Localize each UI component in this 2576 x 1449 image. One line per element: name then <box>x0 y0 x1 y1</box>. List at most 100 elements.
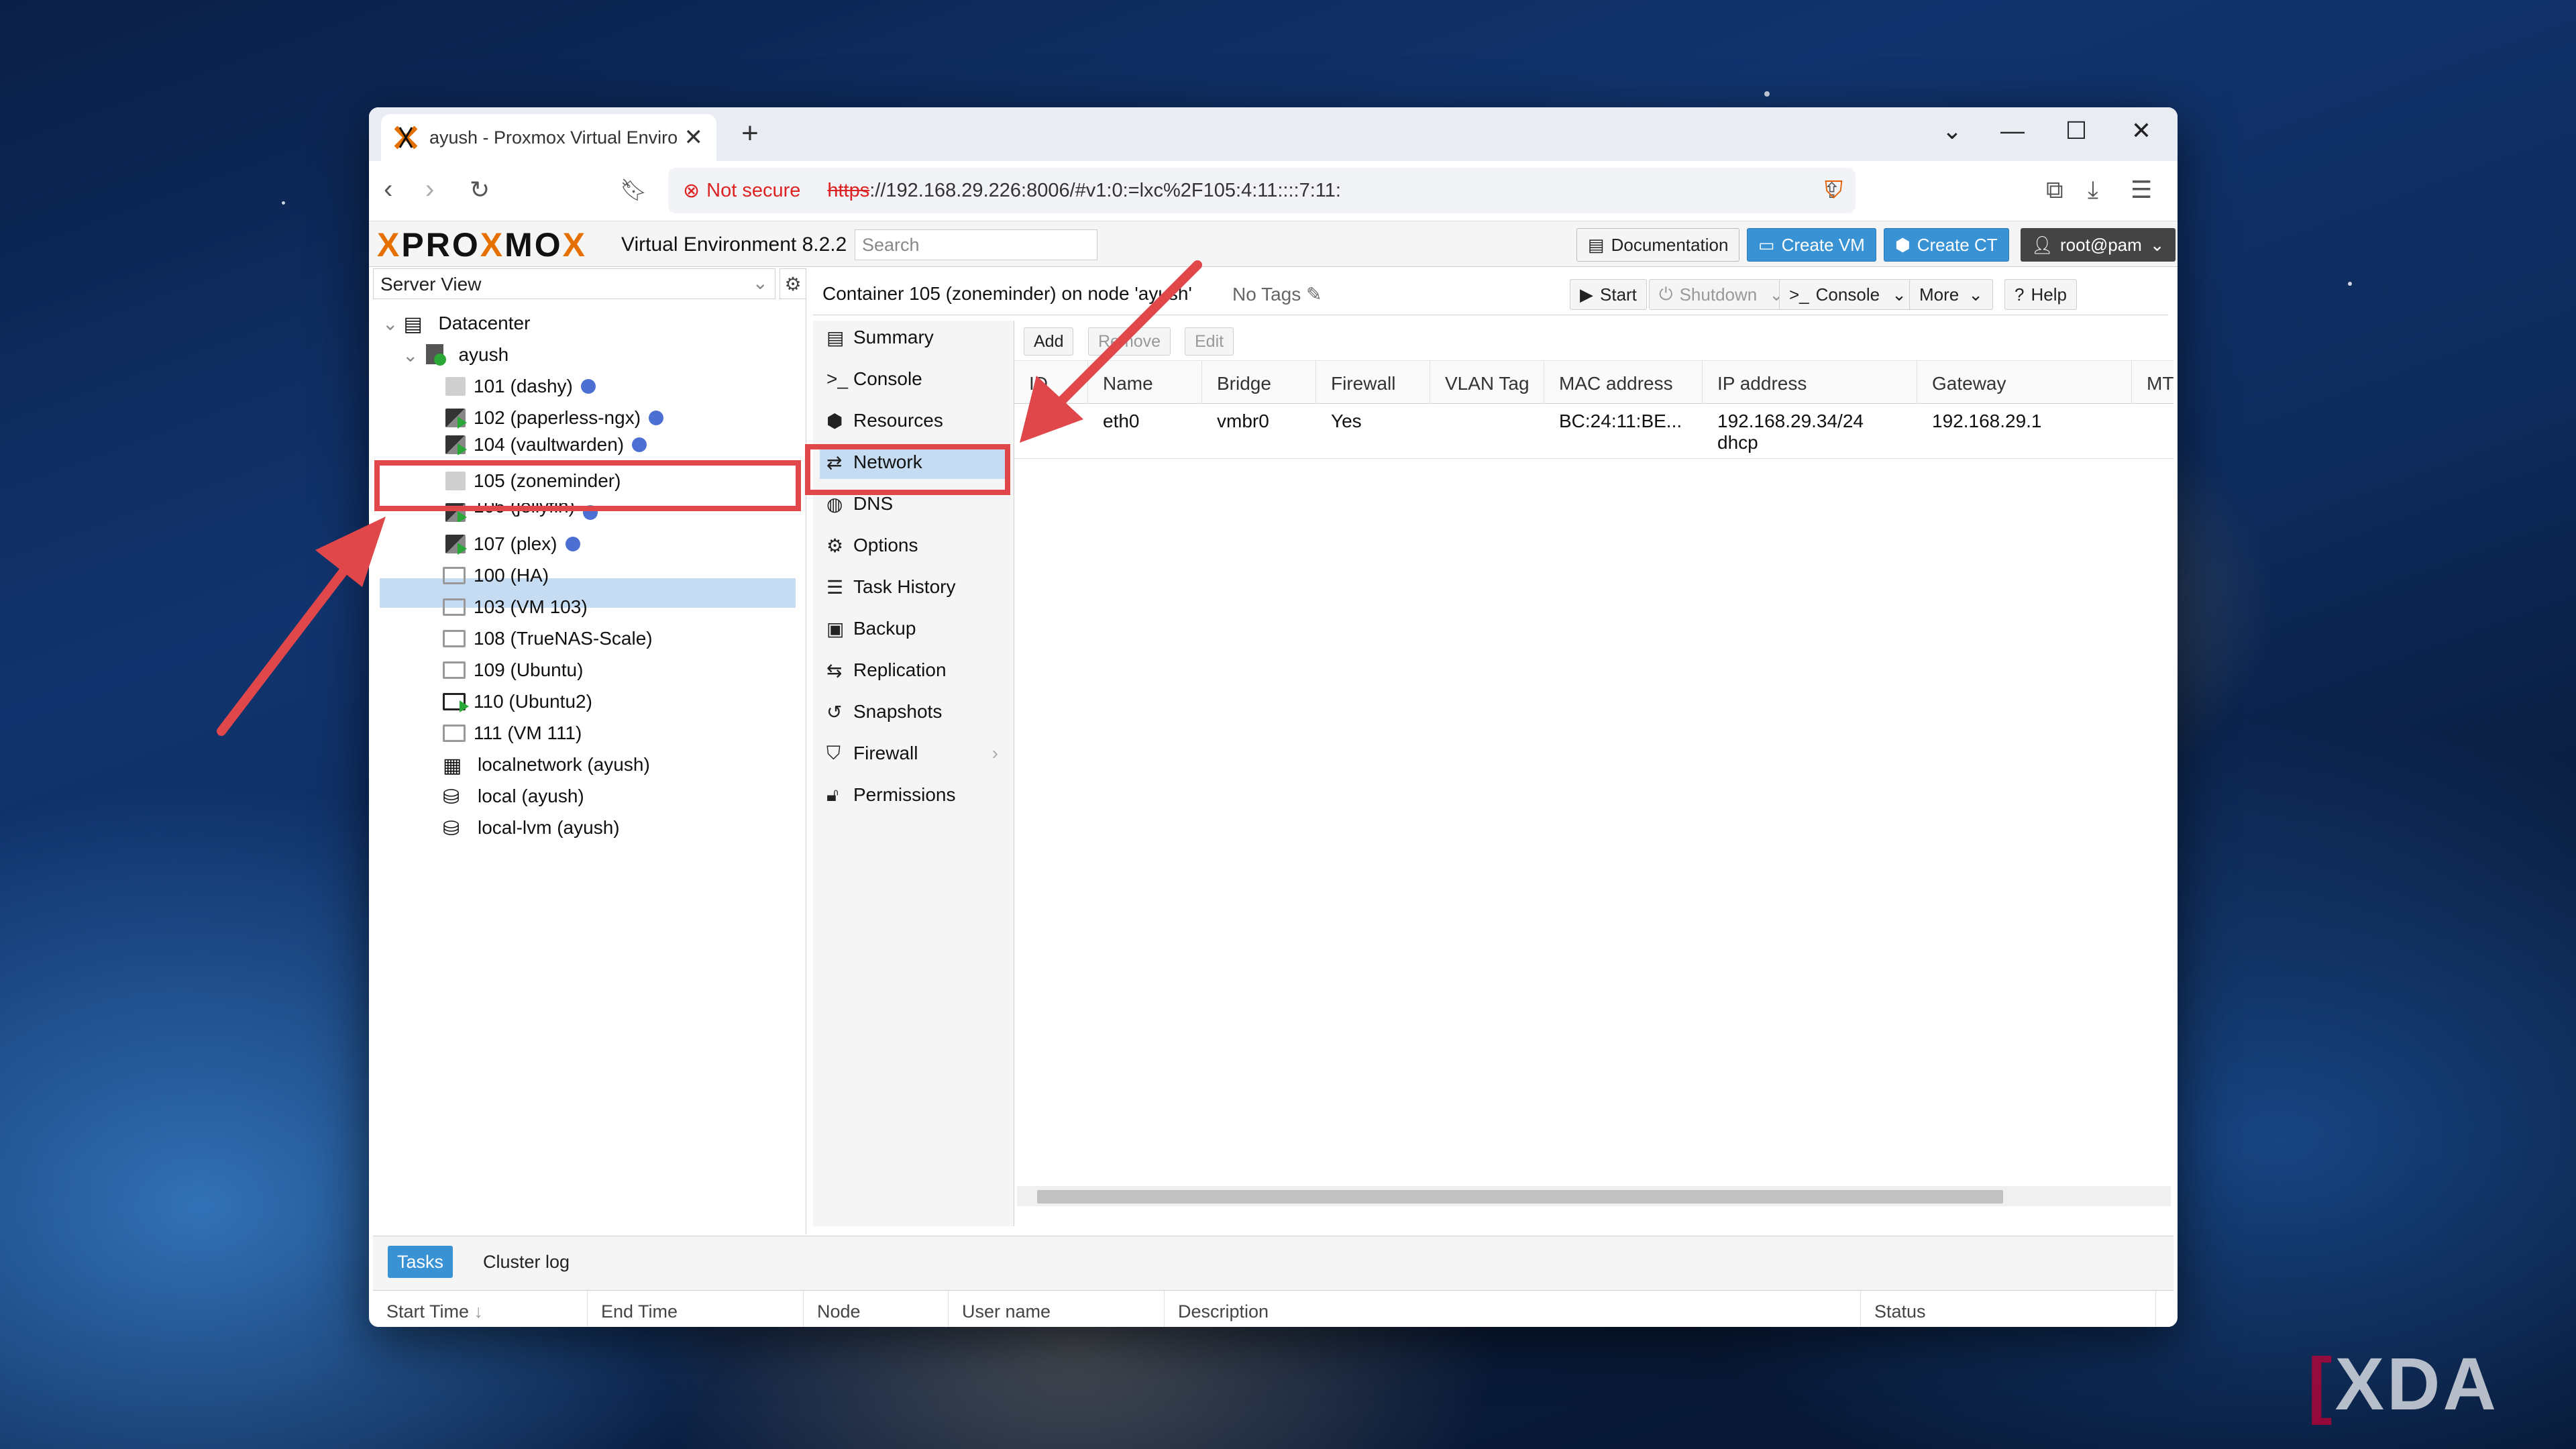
create-vm-button[interactable]: ▭ Create VM <box>1747 228 1876 262</box>
tree-item-vm-111[interactable]: 111 (VM 111) <box>443 718 582 748</box>
search-input[interactable]: Search <box>855 229 1097 260</box>
user-menu-button[interactable]: 👤︎ root@pam ⌄ <box>2021 228 2176 262</box>
reload-icon[interactable]: ↻ <box>470 176 490 204</box>
console-label: Console <box>1815 284 1880 305</box>
column-header-status[interactable]: Status <box>1861 1291 2156 1327</box>
terminal-icon: >_ <box>1789 284 1809 305</box>
menu-item-options[interactable]: ⚙ Options <box>820 529 1008 562</box>
vm-icon <box>443 598 466 616</box>
brave-shield-icon[interactable]: ⛉ <box>1825 176 1843 205</box>
column-header-firewall[interactable]: Firewall <box>1316 361 1430 404</box>
menu-item-task-history[interactable]: ☰ Task History <box>820 570 1008 604</box>
help-button[interactable]: ? Help <box>2004 279 2077 310</box>
cell-ip-mode: dhcp <box>1717 432 1758 453</box>
browser-window: ayush - Proxmox Virtual Enviro ✕ + ⌄ — ☐… <box>369 107 2178 1327</box>
edit-button[interactable]: Edit <box>1185 327 1234 356</box>
menu-item-replication[interactable]: ⇆ Replication <box>820 653 1008 687</box>
bookmark-icon[interactable]: 🔖︎ <box>620 177 647 203</box>
tab-cluster-log[interactable]: Cluster log <box>474 1246 579 1278</box>
column-header-node[interactable]: Node <box>804 1291 949 1327</box>
list-icon: ☰ <box>826 576 844 598</box>
menu-item-resources[interactable]: ⬢ Resources <box>820 404 1008 437</box>
url-field[interactable]: ⊗ Not secure https ://192.168.29.226:800… <box>668 168 1856 213</box>
menu-icon[interactable]: ☰ <box>2131 176 2152 204</box>
add-button[interactable]: Add <box>1024 327 1074 356</box>
tree-item-vm-108[interactable]: 108 (TrueNAS-Scale) <box>443 624 653 653</box>
scrollbar-thumb[interactable] <box>1037 1190 2003 1203</box>
menu-item-summary[interactable]: ▤ Summary <box>820 321 1008 354</box>
tree-item-vm-109[interactable]: 109 (Ubuntu) <box>443 655 583 685</box>
column-header-vlan[interactable]: VLAN Tag <box>1430 361 1544 404</box>
cell-ip: 192.168.29.34/24 dhcp <box>1703 411 1917 453</box>
gear-icon[interactable]: ⚙ <box>780 268 806 299</box>
tree-item-storage-local-lvm[interactable]: ⛁ local-lvm (ayush) <box>443 813 620 843</box>
address-bar-row: ‹ › ↻ 🔖︎ ⊗ Not secure https ://192.168.2… <box>369 161 2178 221</box>
tree-item-label: 101 (dashy) <box>474 376 573 396</box>
extensions-icon[interactable]: ⧉ <box>2046 176 2063 205</box>
horizontal-scrollbar[interactable] <box>1017 1186 2171 1206</box>
minimize-icon[interactable]: — <box>1992 117 2033 145</box>
maximize-icon[interactable]: ☐ <box>2056 117 2096 145</box>
cell-name: eth0 <box>1103 411 1140 431</box>
tree-item-datacenter[interactable]: ⌄ ▤ Datacenter <box>382 309 530 338</box>
chevron-down-icon: ⌄ <box>1892 284 1907 305</box>
tab-close-icon[interactable]: ✕ <box>684 124 704 151</box>
chevron-down-icon: ⌄ <box>2149 234 2165 255</box>
column-header-gateway[interactable]: Gateway <box>1917 361 2132 404</box>
tree-item-ct-101[interactable]: 101 (dashy) <box>443 372 596 401</box>
column-header-description[interactable]: Description <box>1165 1291 1861 1327</box>
column-header-bridge[interactable]: Bridge <box>1202 361 1316 404</box>
forward-icon[interactable]: › <box>425 174 434 205</box>
tree-item-vm-103[interactable]: 103 (VM 103) <box>443 592 588 622</box>
tab-search-chevron-icon[interactable]: ⌄ <box>1932 117 1972 145</box>
book-icon: ▤ <box>1588 234 1605 255</box>
chevron-down-icon: ⌄ <box>1968 284 1984 305</box>
start-button[interactable]: ▶ Start <box>1570 279 1647 310</box>
tree-item-ct-102[interactable]: 102 (paperless-ngx) <box>443 403 664 433</box>
column-header-name[interactable]: Name <box>1088 361 1202 404</box>
tags-label[interactable]: No Tags ✎ <box>1232 283 1322 305</box>
floppy-icon: ▣ <box>826 618 845 639</box>
more-button[interactable]: More ⌄ <box>1909 279 1994 310</box>
remove-button[interactable]: Remove <box>1088 327 1171 356</box>
tree-item-node-ayush[interactable]: ⌄ ayush <box>402 340 508 370</box>
column-header-mtu[interactable]: MTU <box>2132 361 2174 404</box>
column-header-end-time[interactable]: End Time <box>588 1291 804 1327</box>
new-tab-button[interactable]: + <box>731 117 769 150</box>
documentation-label: Documentation <box>1611 234 1729 255</box>
column-header-user[interactable]: User name <box>949 1291 1165 1327</box>
start-label: Start <box>1600 284 1637 305</box>
download-icon[interactable]: ⤓ <box>2088 176 2098 205</box>
create-ct-button[interactable]: ⬢ Create CT <box>1884 228 2009 262</box>
view-selector[interactable]: Server View ⌄ <box>373 268 775 299</box>
column-header-start-time[interactable]: Start Time ↓ <box>373 1291 588 1327</box>
documentation-button[interactable]: ▤ Documentation <box>1576 228 1740 262</box>
tree-item-ct-104[interactable]: 104 (vaultwarden) <box>443 435 647 455</box>
menu-item-backup[interactable]: ▣ Backup <box>820 612 1008 645</box>
node-icon <box>423 344 450 366</box>
menu-item-permissions[interactable]: 🔓︎ Permissions <box>820 778 1008 812</box>
tree-item-storage-local[interactable]: ⛁ local (ayush) <box>443 782 584 811</box>
play-icon: ▶ <box>1580 284 1593 305</box>
column-header-id[interactable]: ID <box>1014 361 1088 404</box>
close-window-icon[interactable]: ✕ <box>2121 117 2161 145</box>
column-header-mac[interactable]: MAC address <box>1544 361 1703 404</box>
vm-icon <box>443 661 466 679</box>
table-row[interactable]: net0 eth0 vmbr0 Yes BC:24:11:BE... 192.1… <box>1014 404 2174 459</box>
tree-item-sdn[interactable]: ▦ localnetwork (ayush) <box>443 750 650 780</box>
tree-item-vm-100[interactable]: 100 (HA) <box>443 561 549 590</box>
column-header-ip[interactable]: IP address <box>1703 361 1917 404</box>
back-icon[interactable]: ‹ <box>384 174 392 205</box>
shutdown-button[interactable]: ⏻ Shutdown ⌄ <box>1649 279 1794 310</box>
menu-item-snapshots[interactable]: ↺ Snapshots <box>820 695 1008 729</box>
create-ct-label: Create CT <box>1917 234 1998 255</box>
url-scheme: https <box>827 179 870 201</box>
menu-item-console[interactable]: >_ Console <box>820 362 1008 396</box>
browser-tab[interactable]: ayush - Proxmox Virtual Enviro ✕ <box>381 114 716 161</box>
tab-tasks[interactable]: Tasks <box>388 1246 453 1278</box>
menu-item-firewall[interactable]: ⛉ Firewall › <box>820 737 1008 770</box>
tree-item-label: 107 (plex) <box>474 533 557 554</box>
console-button[interactable]: >_ Console ⌄ <box>1779 279 1917 310</box>
tree-item-ct-107[interactable]: 107 (plex) <box>443 529 580 559</box>
tree-item-vm-110[interactable]: 110 (Ubuntu2) <box>443 687 592 716</box>
